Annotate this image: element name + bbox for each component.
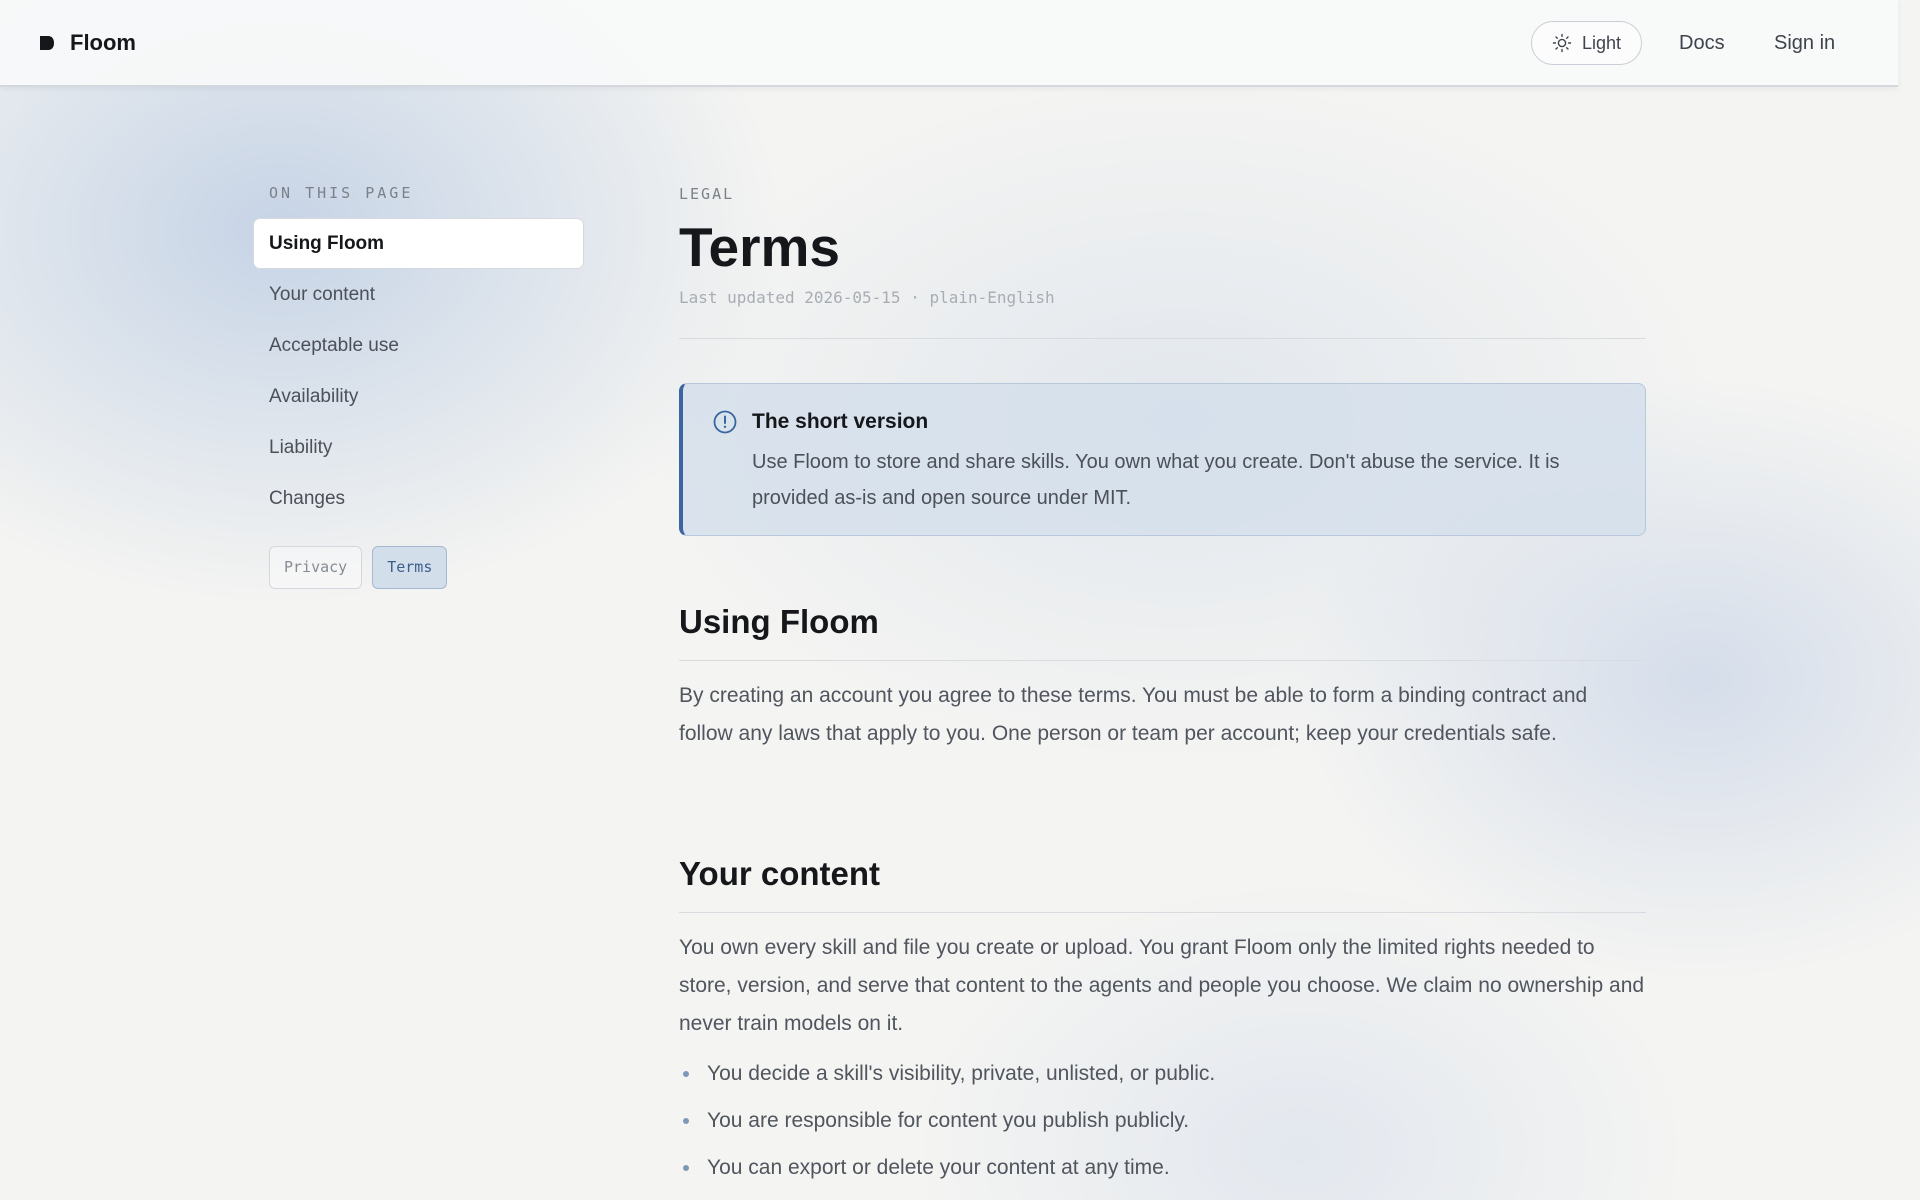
floom-logo-icon bbox=[40, 36, 54, 50]
list-item: You are responsible for content you publ… bbox=[679, 1102, 1646, 1149]
callout-title: The short version bbox=[752, 410, 929, 433]
toc-item-changes[interactable]: Changes bbox=[253, 473, 584, 524]
section-body-using-floom: By creating an account you agree to thes… bbox=[679, 684, 1588, 745]
toc-list: Using Floom Your content Acceptable use … bbox=[253, 218, 584, 524]
page-title: Terms bbox=[679, 216, 840, 278]
toc-item-your-content[interactable]: Your content bbox=[253, 269, 584, 320]
section-title-your-content: Your content bbox=[679, 855, 881, 892]
toc-item-liability[interactable]: Liability bbox=[253, 422, 584, 473]
brand-home-link[interactable]: Floom bbox=[38, 26, 136, 60]
top-navigation-bar: Floom Light Docs Sign in bbox=[0, 0, 1898, 87]
last-updated-meta: Last updated 2026-05-15 · plain-English bbox=[679, 288, 1055, 307]
nav-docs-link[interactable]: Docs bbox=[1679, 28, 1725, 58]
list-item: You can export or delete your content at… bbox=[679, 1149, 1646, 1196]
title-divider bbox=[679, 338, 1646, 339]
list-item-text: You can export or delete your content at… bbox=[707, 1156, 1170, 1179]
bullet-dot-icon bbox=[683, 1118, 689, 1124]
toc-item-availability[interactable]: Availability bbox=[253, 371, 584, 422]
bullet-dot-icon bbox=[683, 1071, 689, 1077]
list-item-text: You decide a skill's visibility, private… bbox=[707, 1062, 1216, 1085]
toc-heading: ON THIS PAGE bbox=[269, 184, 414, 202]
terms-doc-chip[interactable]: Terms bbox=[372, 546, 448, 589]
privacy-doc-chip[interactable]: Privacy bbox=[269, 546, 363, 589]
nav-sign-in-link[interactable]: Sign in bbox=[1774, 28, 1835, 58]
section-body-your-content: You own every skill and file you create … bbox=[679, 936, 1645, 1035]
legal-doc-switcher: Privacy Terms bbox=[269, 546, 448, 589]
list-item-text: You are responsible for content you publ… bbox=[707, 1109, 1190, 1132]
callout-body: Use Floom to store and share skills. You… bbox=[752, 451, 1560, 509]
section-title-using-floom: Using Floom bbox=[679, 603, 879, 640]
sun-icon bbox=[1552, 33, 1572, 53]
list-item: You decide a skill's visibility, private… bbox=[679, 1055, 1646, 1102]
toc-item-using-floom[interactable]: Using Floom bbox=[253, 218, 584, 269]
page-eyebrow: LEGAL bbox=[679, 185, 735, 203]
bullet-dot-icon bbox=[683, 1165, 689, 1171]
summary-callout: The short version Use Floom to store and… bbox=[679, 383, 1646, 536]
brand-name: Floom bbox=[70, 30, 136, 55]
section-divider bbox=[679, 912, 1646, 913]
content-rights-list: You decide a skill's visibility, private… bbox=[679, 1055, 1646, 1196]
theme-toggle-button[interactable]: Light bbox=[1531, 21, 1642, 65]
section-divider bbox=[679, 660, 1646, 661]
theme-toggle-label: Light bbox=[1581, 32, 1622, 53]
info-icon bbox=[713, 410, 737, 434]
toc-item-acceptable-use[interactable]: Acceptable use bbox=[253, 320, 584, 371]
